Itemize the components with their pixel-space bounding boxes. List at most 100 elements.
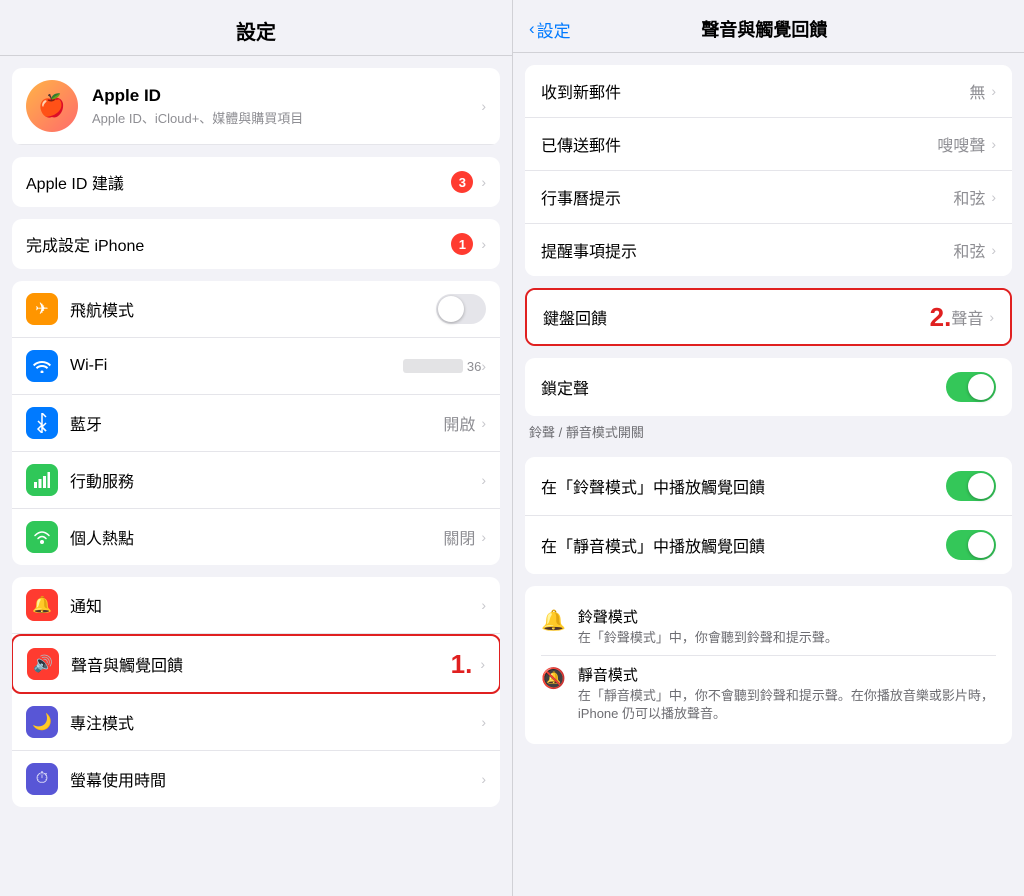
- silent-mode-icon: 🔕: [541, 666, 566, 691]
- apple-id-group: 🍎 Apple ID Apple ID、iCloud+、媒體與購買項目 ›: [12, 68, 500, 145]
- chevron-icon: ›: [991, 136, 996, 152]
- lock-sound-group: 鎖定聲: [525, 358, 1012, 416]
- wifi-value-blurred: [403, 359, 463, 373]
- notifications-row[interactable]: 🔔 通知 ›: [12, 577, 500, 634]
- chevron-icon: ›: [481, 236, 486, 252]
- silent-haptic-label: 在「靜音模式」中播放觸覺回饋: [541, 533, 946, 557]
- left-scroll: 🍎 Apple ID Apple ID、iCloud+、媒體與購買項目 › Ap…: [0, 56, 512, 896]
- calendar-label: 行事曆提示: [541, 185, 953, 209]
- apple-id-info: Apple ID Apple ID、iCloud+、媒體與購買項目: [92, 86, 481, 127]
- new-mail-row[interactable]: 收到新郵件 無 ›: [525, 65, 1012, 118]
- ring-mode-icon: 🔔: [541, 608, 566, 633]
- sound-haptics-label: 聲音與觸覺回饋: [71, 652, 443, 676]
- chevron-icon: ›: [481, 174, 486, 190]
- bluetooth-value: 開啟: [443, 411, 475, 435]
- sound-icon: 🔊: [27, 648, 59, 680]
- wifi-label: Wi-Fi: [70, 357, 403, 375]
- bluetooth-label: 藍牙: [70, 411, 443, 435]
- chevron-icon: ›: [481, 98, 486, 114]
- silent-haptic-toggle[interactable]: [946, 530, 996, 560]
- focus-mode-label: 專注模式: [70, 710, 481, 734]
- back-label: 設定: [537, 17, 571, 42]
- chevron-icon: ›: [481, 597, 486, 613]
- complete-setup-row[interactable]: 完成設定 iPhone 1 ›: [12, 219, 500, 269]
- ring-haptic-row[interactable]: 在「鈴聲模式」中播放觸覺回饋: [525, 457, 1012, 516]
- reminder-row[interactable]: 提醒事項提示 和弦 ›: [525, 224, 1012, 276]
- wifi-suffix: 36: [467, 359, 481, 374]
- back-chevron: ‹: [529, 19, 535, 39]
- hotspot-value: 關閉: [443, 525, 475, 549]
- lock-sound-label: 鎖定聲: [541, 375, 946, 399]
- right-panel: ‹ 設定 聲音與觸覺回饋 收到新郵件 無 › 已傳送郵件 嗖嗖聲 › 行事曆提示…: [512, 0, 1024, 896]
- right-header: ‹ 設定 聲音與觸覺回饋: [513, 0, 1024, 53]
- airplane-icon: ✈: [26, 293, 58, 325]
- lock-sound-toggle[interactable]: [946, 372, 996, 402]
- haptic-group: 在「鈴聲模式」中播放觸覺回饋 在「靜音模式」中播放觸覺回饋: [525, 457, 1012, 574]
- apple-id-subtitle: Apple ID、iCloud+、媒體與購買項目: [92, 108, 481, 127]
- apple-id-name: Apple ID: [92, 86, 481, 106]
- chevron-icon: ›: [991, 242, 996, 258]
- focus-mode-row[interactable]: 🌙 專注模式 ›: [12, 694, 500, 751]
- reminder-value: 和弦: [953, 238, 985, 262]
- complete-setup-group: 完成設定 iPhone 1 ›: [12, 219, 500, 269]
- haptic-section-label: 鈴聲 / 靜音模式開關: [513, 416, 1024, 445]
- ring-haptic-toggle[interactable]: [946, 471, 996, 501]
- calendar-row[interactable]: 行事曆提示 和弦 ›: [525, 171, 1012, 224]
- ring-haptic-label: 在「鈴聲模式」中播放觸覺回饋: [541, 474, 946, 498]
- keyboard-feedback-label: 鍵盤回饋: [543, 305, 922, 329]
- sent-mail-row[interactable]: 已傳送郵件 嗖嗖聲 ›: [525, 118, 1012, 171]
- airplane-toggle[interactable]: [436, 294, 486, 324]
- apple-id-suggestion-row[interactable]: Apple ID 建議 3 ›: [12, 157, 500, 207]
- lock-sound-row[interactable]: 鎖定聲: [525, 358, 1012, 416]
- airplane-mode-row[interactable]: ✈ 飛航模式: [12, 281, 500, 338]
- hotspot-label: 個人熱點: [70, 525, 443, 549]
- ring-mode-text: 鈴聲模式 在「鈴聲模式」中，你會聽到鈴聲和提示聲。: [578, 606, 996, 647]
- screen-time-icon: ⏱: [26, 763, 58, 795]
- keyboard-feedback-row[interactable]: 鍵盤回饋 2. 聲音 ›: [527, 290, 1010, 344]
- bluetooth-row[interactable]: 藍牙 開啟 ›: [12, 395, 500, 452]
- left-panel: 設定 🍎 Apple ID Apple ID、iCloud+、媒體與購買項目 ›…: [0, 0, 512, 896]
- network-group: ✈ 飛航模式 Wi-Fi 36 ›: [12, 281, 500, 565]
- hotspot-icon: [26, 521, 58, 553]
- avatar: 🍎: [26, 80, 78, 132]
- screen-time-row[interactable]: ⏱ 螢幕使用時間 ›: [12, 751, 500, 807]
- silent-haptic-row[interactable]: 在「靜音模式」中播放觸覺回饋: [525, 516, 1012, 574]
- focus-icon: 🌙: [26, 706, 58, 738]
- silent-mode-text: 靜音模式 在「靜音模式」中，你不會聽到鈴聲和提示聲。在你播放音樂或影片時，iPh…: [578, 664, 996, 723]
- airplane-label: 飛航模式: [70, 297, 436, 321]
- keyboard-feedback-group: 鍵盤回饋 2. 聲音 ›: [525, 288, 1012, 346]
- screen-time-label: 螢幕使用時間: [70, 767, 481, 791]
- chevron-icon: ›: [481, 771, 486, 787]
- sound-haptics-row[interactable]: 🔊 聲音與觸覺回饋 1. ›: [12, 634, 500, 694]
- mobile-service-label: 行動服務: [70, 468, 481, 492]
- app-group: 🔔 通知 › 🔊 聲音與觸覺回饋 1. › 🌙 專注模式 › ⏱ 螢幕使用時間: [12, 577, 500, 807]
- mobile-service-row[interactable]: 行動服務 ›: [12, 452, 500, 509]
- bluetooth-icon: [26, 407, 58, 439]
- chevron-icon: ›: [481, 472, 486, 488]
- wifi-row[interactable]: Wi-Fi 36 ›: [12, 338, 500, 395]
- chevron-icon: ›: [481, 714, 486, 730]
- back-button[interactable]: ‹ 設定: [529, 17, 571, 42]
- notification-icon: 🔔: [26, 589, 58, 621]
- right-title: 聲音與觸覺回饋: [571, 16, 958, 42]
- chevron-icon: ›: [481, 415, 486, 431]
- chevron-icon: ›: [480, 656, 485, 672]
- keyboard-feedback-value: 聲音: [951, 305, 983, 329]
- apple-id-suggestion-group: Apple ID 建議 3 ›: [12, 157, 500, 207]
- hotspot-row[interactable]: 個人熱點 關閉 ›: [12, 509, 500, 565]
- chevron-icon: ›: [481, 358, 486, 374]
- notifications-label: 通知: [70, 593, 481, 617]
- step1-annotation: 1.: [451, 651, 473, 677]
- sent-mail-label: 已傳送郵件: [541, 132, 937, 156]
- chevron-icon: ›: [991, 83, 996, 99]
- ring-mode-info: 🔔 鈴聲模式 在「鈴聲模式」中，你會聽到鈴聲和提示聲。: [541, 598, 996, 656]
- mail-group: 收到新郵件 無 › 已傳送郵件 嗖嗖聲 › 行事曆提示 和弦 › 提醒事項提示 …: [525, 65, 1012, 276]
- chevron-icon: ›: [481, 529, 486, 545]
- silent-mode-info: 🔕 靜音模式 在「靜音模式」中，你不會聽到鈴聲和提示聲。在你播放音樂或影片時，i…: [541, 656, 996, 731]
- silent-mode-title: 靜音模式: [578, 664, 996, 685]
- apple-id-row[interactable]: 🍎 Apple ID Apple ID、iCloud+、媒體與購買項目 ›: [12, 68, 500, 145]
- new-mail-label: 收到新郵件: [541, 79, 969, 103]
- step2-annotation: 2.: [930, 304, 952, 330]
- left-header: 設定: [0, 0, 512, 56]
- chevron-icon: ›: [989, 309, 994, 325]
